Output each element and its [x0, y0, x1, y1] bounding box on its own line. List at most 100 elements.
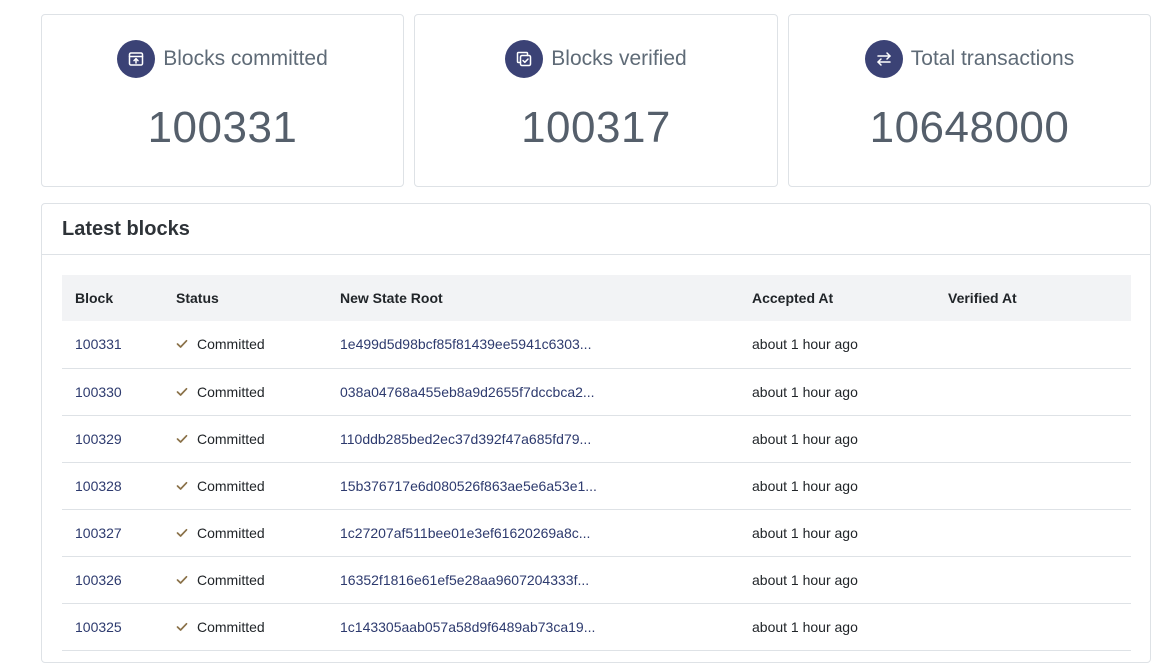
latest-blocks-header: Latest blocks [42, 204, 1150, 255]
stat-header: Total transactions [789, 40, 1150, 78]
status-label: Committed [197, 336, 265, 353]
verified-at-cell [935, 462, 1131, 509]
state-root-cell: 1e499d5d98bcf85f81439ee5941c6303... [327, 321, 739, 368]
status-cell: Committed [163, 556, 327, 603]
state-root-link[interactable]: 15b376717e6d080526f863ae5e6a53e1... [340, 478, 597, 494]
table-row: 100327 Committed 1c27207af511bee01e3ef6162… [62, 509, 1131, 556]
verified-at-cell [935, 556, 1131, 603]
accepted-at-cell: about 1 hour ago [752, 524, 858, 541]
table-row: 100328 Committed 15b376717e6d080526f863ae5… [62, 462, 1131, 509]
status-label: Committed [197, 430, 265, 447]
block-cell: 100326 [62, 556, 163, 603]
table-row: 100326 Committed 16352f1816e61ef5e28aa9607… [62, 556, 1131, 603]
checkmark-icon [176, 481, 188, 490]
column-header-new-state-root: New State Root [340, 290, 443, 306]
stat-card-total-transactions: Total transactions 10648000 [788, 14, 1151, 187]
box-upload-icon [117, 40, 156, 78]
checkmark-icon [176, 340, 188, 349]
status-badge: Committed [176, 478, 265, 494]
checkmark-icon [176, 434, 188, 443]
stat-value: 10648000 [869, 103, 1070, 152]
column-header-block: Block [75, 290, 114, 306]
block-number-link[interactable]: 100325 [75, 619, 122, 635]
block-number-link[interactable]: 100329 [75, 431, 122, 447]
stat-label: Blocks verified [551, 47, 687, 70]
state-root-cell: 038a04768a455eb8a9d2655f7dccbca2... [327, 368, 739, 415]
checkmark-icon [176, 387, 188, 396]
latest-blocks-title: Latest blocks [62, 217, 190, 240]
status-badge: Committed [176, 572, 265, 588]
table-header-row: Block Status New State Root Accepted At … [62, 275, 1131, 321]
table-row: 100329 Committed 110ddb285bed2ec37d392f47a… [62, 415, 1131, 462]
accepted-at-cell: about 1 hour ago [752, 477, 858, 494]
verified-at-cell [935, 509, 1131, 556]
verified-at-cell [935, 603, 1131, 650]
status-label: Committed [197, 618, 265, 635]
status-label: Committed [197, 383, 265, 400]
block-cell: 100328 [62, 462, 163, 509]
status-cell: Committed [163, 603, 327, 650]
verified-at-cell [935, 321, 1131, 368]
swap-arrows-icon [864, 40, 903, 78]
column-header-accepted-at: Accepted At [752, 290, 834, 306]
status-badge: Committed [176, 619, 265, 635]
state-root-link[interactable]: 1c27207af511bee01e3ef61620269a8c... [340, 525, 590, 541]
verified-at-cell [935, 368, 1131, 415]
state-root-link[interactable]: 1c143305aab057a58d9f6489ab73ca19... [340, 619, 595, 635]
state-root-cell: 110ddb285bed2ec37d392f47a685fd79... [327, 415, 739, 462]
block-cell: 100325 [62, 603, 163, 650]
status-cell: Committed [163, 321, 327, 368]
status-cell: Committed [163, 368, 327, 415]
verified-copy-icon [505, 40, 544, 78]
state-root-link[interactable]: 038a04768a455eb8a9d2655f7dccbca2... [340, 384, 595, 400]
latest-blocks-card: Latest blocks Block Status New State Roo… [41, 203, 1151, 663]
status-cell: Committed [163, 415, 327, 462]
table-row: 100331 Committed 1e499d5d98bcf85f81439ee59… [62, 321, 1131, 368]
block-cell: 100331 [62, 321, 163, 368]
block-number-link[interactable]: 100326 [75, 572, 122, 588]
accepted-at-cell: about 1 hour ago [752, 383, 858, 400]
state-root-cell: 16352f1816e61ef5e28aa9607204333f... [327, 556, 739, 603]
accepted-at-cell: about 1 hour ago [752, 618, 858, 635]
block-cell: 100330 [62, 368, 163, 415]
block-number-link[interactable]: 100328 [75, 478, 122, 494]
column-header-verified-at: Verified At [948, 290, 1017, 306]
status-badge: Committed [176, 336, 265, 352]
accepted-at-cell: about 1 hour ago [752, 336, 858, 353]
stat-label: Blocks committed [163, 47, 328, 70]
column-header-status: Status [176, 290, 219, 306]
stat-card-blocks-verified: Blocks verified 100317 [414, 14, 778, 187]
stat-card-blocks-committed: Blocks committed 100331 [41, 14, 404, 187]
status-badge: Committed [176, 384, 265, 400]
state-root-link[interactable]: 110ddb285bed2ec37d392f47a685fd79... [340, 431, 591, 447]
stat-header: Blocks committed [42, 40, 403, 78]
stat-label: Total transactions [910, 47, 1075, 70]
stat-value: 100331 [147, 103, 298, 152]
stat-header: Blocks verified [415, 40, 777, 78]
block-cell: 100327 [62, 509, 163, 556]
accepted-at-cell: about 1 hour ago [752, 430, 858, 447]
accepted-at-cell: about 1 hour ago [752, 571, 858, 588]
status-label: Committed [197, 571, 265, 588]
checkmark-icon [176, 622, 188, 631]
block-number-link[interactable]: 100327 [75, 525, 122, 541]
block-number-link[interactable]: 100330 [75, 384, 122, 400]
state-root-cell: 1c27207af511bee01e3ef61620269a8c... [327, 509, 739, 556]
status-badge: Committed [176, 431, 265, 447]
table-row: 100325 Committed 1c143305aab057a58d9f6489a… [62, 603, 1131, 650]
status-label: Committed [197, 477, 265, 494]
stats-row: Blocks committed 100331 Blocks verified … [41, 14, 1151, 187]
status-badge: Committed [176, 525, 265, 541]
block-cell: 100329 [62, 415, 163, 462]
state-root-link[interactable]: 16352f1816e61ef5e28aa9607204333f... [340, 572, 589, 588]
state-root-link[interactable]: 1e499d5d98bcf85f81439ee5941c6303... [340, 336, 591, 352]
verified-at-cell [935, 415, 1131, 462]
block-number-link[interactable]: 100331 [75, 336, 122, 352]
status-label: Committed [197, 524, 265, 541]
state-root-cell: 15b376717e6d080526f863ae5e6a53e1... [327, 462, 739, 509]
table-row: 100330 Committed 038a04768a455eb8a9d2655f7… [62, 368, 1131, 415]
status-cell: Committed [163, 509, 327, 556]
status-cell: Committed [163, 462, 327, 509]
checkmark-icon [176, 575, 188, 584]
state-root-cell: 1c143305aab057a58d9f6489ab73ca19... [327, 603, 739, 650]
